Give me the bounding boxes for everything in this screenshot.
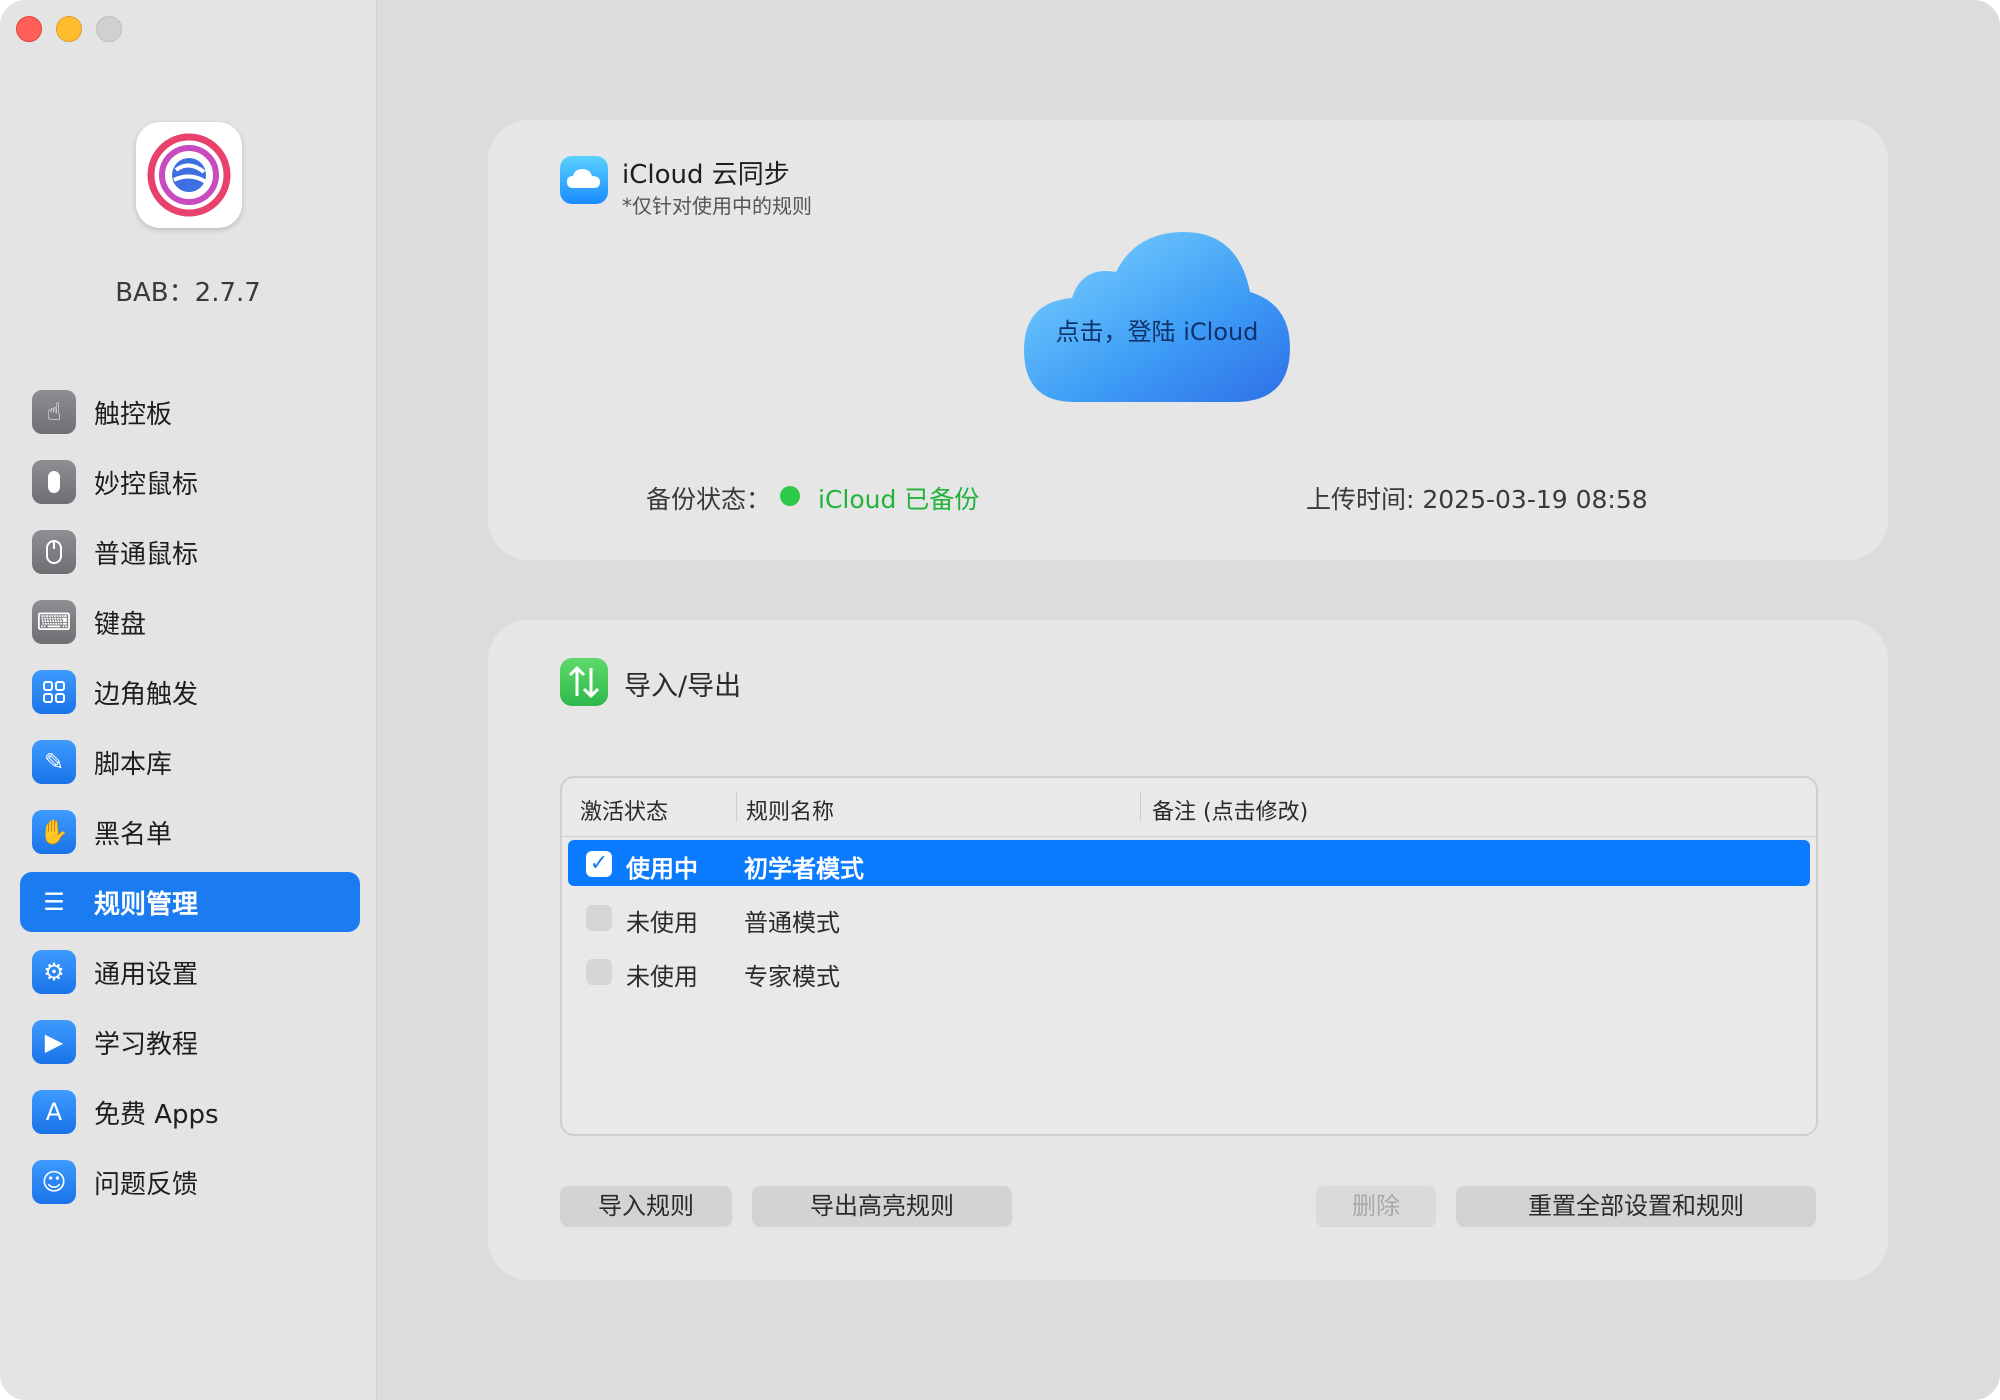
- sidebar-item-settings[interactable]: ⚙ 通用设置: [20, 942, 360, 1002]
- column-header-note[interactable]: 备注 (点击修改): [1152, 794, 1308, 826]
- column-header-status[interactable]: 激活状态: [580, 794, 668, 826]
- upload-time: 上传时间: 2025-03-19 08:58: [1306, 485, 1648, 514]
- column-header-name[interactable]: 规则名称: [746, 794, 834, 826]
- keyboard-icon: ⌨: [32, 600, 76, 644]
- sidebar-item-label: 免费 Apps: [94, 1099, 219, 1130]
- backup-status-value: iCloud 已备份: [818, 485, 980, 514]
- import-export-card: 导入/导出 激活状态 规则名称 备注 (点击修改) ✓ 使用中 初学者模式 未使…: [488, 620, 1888, 1280]
- import-export-title: 导入/导出: [624, 671, 742, 702]
- table-row[interactable]: 未使用 普通模式: [568, 894, 1810, 940]
- row-status: 使用中: [626, 855, 698, 883]
- version-label: BAB：2.7.7: [115, 278, 261, 308]
- active-checkbox[interactable]: [586, 959, 612, 985]
- export-rules-button[interactable]: 导出高亮规则: [752, 1186, 1012, 1226]
- icloud-title: iCloud 云同步: [622, 160, 790, 190]
- row-status: 未使用: [626, 963, 698, 991]
- column-divider[interactable]: [736, 792, 737, 822]
- table-header: 激活状态 规则名称 备注 (点击修改): [562, 778, 1816, 837]
- sidebar-item-tutorials[interactable]: ▶ 学习教程: [20, 1012, 360, 1072]
- video-icon: ▶: [32, 1020, 76, 1064]
- hot-corners-icon: [32, 670, 76, 714]
- column-divider[interactable]: [1140, 792, 1141, 822]
- status-dot-icon: [780, 486, 800, 506]
- table-row[interactable]: ✓ 使用中 初学者模式: [568, 840, 1810, 886]
- sidebar-nav: ☝ 触控板 妙控鼠标 普通鼠标 ⌨ 键盘 边角触发 ✎ 脚本库 ✋ 黑名单 ☰ …: [20, 382, 360, 1222]
- delete-button[interactable]: 删除: [1316, 1186, 1436, 1226]
- sidebar-item-rules[interactable]: ☰ 规则管理: [20, 872, 360, 932]
- sidebar-item-label: 脚本库: [94, 749, 173, 780]
- app-window: BAB：2.7.7 ☝ 触控板 妙控鼠标 普通鼠标 ⌨ 键盘 边角触发 ✎ 脚本…: [0, 0, 2000, 1400]
- sidebar-item-label: 规则管理: [94, 889, 199, 920]
- row-rule-name: 初学者模式: [744, 855, 864, 883]
- sidebar-item-touchpad[interactable]: ☝ 触控板: [20, 382, 360, 442]
- app-logo-icon: [136, 122, 242, 228]
- sidebar-item-blacklist[interactable]: ✋ 黑名单: [20, 802, 360, 862]
- sidebar-item-label: 学习教程: [94, 1029, 199, 1060]
- table-row[interactable]: 未使用 专家模式: [568, 948, 1810, 994]
- sidebar-item-label: 通用设置: [94, 959, 199, 990]
- icloud-login-button[interactable]: 点击，登陆 iCloud: [1024, 232, 1290, 408]
- reset-all-button[interactable]: 重置全部设置和规则: [1456, 1186, 1816, 1226]
- import-export-icon: [560, 658, 608, 706]
- mouse-icon: [32, 530, 76, 574]
- sidebar-item-free-apps[interactable]: A 免费 Apps: [20, 1082, 360, 1142]
- rules-table: 激活状态 规则名称 备注 (点击修改) ✓ 使用中 初学者模式 未使用 普通模式…: [560, 776, 1818, 1136]
- icloud-icon: [560, 156, 608, 204]
- icloud-login-label: 点击，登陆 iCloud: [1055, 318, 1259, 346]
- row-rule-name: 普通模式: [744, 909, 840, 937]
- magic-mouse-icon: [32, 460, 76, 504]
- script-library-icon: ✎: [32, 740, 76, 784]
- sidebar-item-keyboard[interactable]: ⌨ 键盘: [20, 592, 360, 652]
- people-icon: ☺: [32, 1160, 76, 1204]
- sidebar-item-hot-corners[interactable]: 边角触发: [20, 662, 360, 722]
- icloud-sync-card: iCloud 云同步 *仅针对使用中的规则 点击，登陆 iCloud 备份状态：…: [488, 120, 1888, 560]
- sidebar-item-label: 触控板: [94, 399, 173, 430]
- app-store-icon: A: [32, 1090, 76, 1134]
- active-checkbox[interactable]: ✓: [586, 851, 612, 877]
- gear-icon: ⚙: [32, 950, 76, 994]
- hand-icon: ✋: [32, 810, 76, 854]
- row-rule-name: 专家模式: [744, 963, 840, 991]
- touchpad-icon: ☝: [32, 390, 76, 434]
- sidebar-item-label: 键盘: [94, 609, 147, 640]
- list-icon: ☰: [43, 888, 65, 916]
- minimize-window-button[interactable]: [56, 16, 82, 42]
- sidebar-item-label: 边角触发: [94, 679, 199, 710]
- sidebar-item-magic-mouse[interactable]: 妙控鼠标: [20, 452, 360, 512]
- sidebar-item-mouse[interactable]: 普通鼠标: [20, 522, 360, 582]
- sidebar-item-label: 普通鼠标: [94, 539, 199, 570]
- import-rules-button[interactable]: 导入规则: [560, 1186, 732, 1226]
- sidebar-item-script-library[interactable]: ✎ 脚本库: [20, 732, 360, 792]
- zoom-window-button[interactable]: [96, 16, 122, 42]
- icloud-subtitle: *仅针对使用中的规则: [622, 194, 812, 218]
- close-window-button[interactable]: [16, 16, 42, 42]
- backup-status-label: 备份状态：: [646, 485, 772, 514]
- row-status: 未使用: [626, 909, 698, 937]
- active-checkbox[interactable]: [586, 905, 612, 931]
- sidebar-item-label: 黑名单: [94, 819, 173, 850]
- sidebar-item-feedback[interactable]: ☺ 问题反馈: [20, 1152, 360, 1212]
- sidebar: BAB：2.7.7 ☝ 触控板 妙控鼠标 普通鼠标 ⌨ 键盘 边角触发 ✎ 脚本…: [0, 0, 377, 1400]
- sidebar-item-label: 妙控鼠标: [94, 469, 199, 500]
- sidebar-item-label: 问题反馈: [94, 1169, 199, 1200]
